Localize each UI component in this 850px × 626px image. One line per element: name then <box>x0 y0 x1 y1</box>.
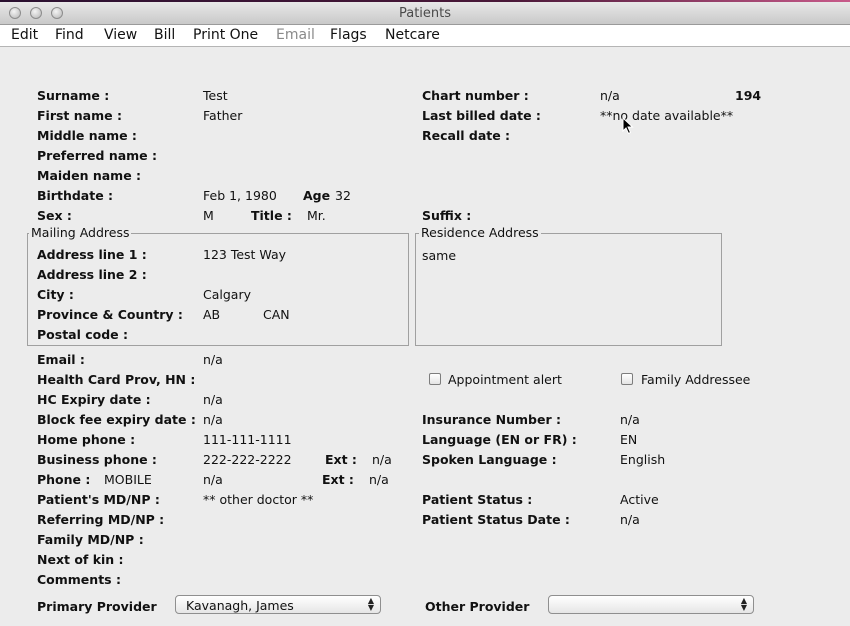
patient-status-value: Active <box>620 492 659 507</box>
address-line1-label: Address line 1 : <box>37 247 147 262</box>
recall-date-label: Recall date : <box>422 128 511 143</box>
preferred-name-label: Preferred name : <box>37 148 158 163</box>
patient-status-label: Patient Status : <box>422 492 533 507</box>
other-provider-label: Other Provider <box>425 599 530 614</box>
block-fee-value: n/a <box>203 412 223 427</box>
city-label: City : <box>37 287 74 302</box>
language-label: Language (EN or FR) : <box>422 432 577 447</box>
province-value: AB <box>203 307 221 322</box>
title-label: Title : <box>251 208 292 223</box>
last-billed-label: Last billed date : <box>422 108 541 123</box>
patient-status-date-value: n/a <box>620 512 640 527</box>
business-phone-value: 222-222-2222 <box>203 452 292 467</box>
chart-number-label: Chart number : <box>422 88 529 103</box>
updown-arrows-icon: ▲ ▼ <box>740 596 747 612</box>
menu-edit[interactable]: Edit <box>11 27 38 43</box>
surname-label: Surname : <box>37 88 110 103</box>
last-billed-value: **no date available** <box>600 108 734 123</box>
insurance-number-value: n/a <box>620 412 640 427</box>
business-ext-label: Ext : <box>325 452 357 467</box>
address-line1-value: 123 Test Way <box>203 247 287 262</box>
postal-code-label: Postal code : <box>37 327 129 342</box>
other-provider-select[interactable]: ▲ ▼ <box>548 595 754 614</box>
block-fee-label: Block fee expiry date : <box>37 412 196 427</box>
hc-expiry-label: HC Expiry date : <box>37 392 151 407</box>
next-of-kin-label: Next of kin : <box>37 552 124 567</box>
residence-address-title: Residence Address <box>419 225 541 240</box>
sex-label: Sex : <box>37 208 72 223</box>
language-value: EN <box>620 432 638 447</box>
family-md-label: Family MD/NP : <box>37 532 144 547</box>
patients-window: Patients Edit Find View Bill Print One E… <box>0 2 850 626</box>
spoken-language-value: English <box>620 452 666 467</box>
middle-name-label: Middle name : <box>37 128 137 143</box>
phone-ext-label: Ext : <box>322 472 354 487</box>
appointment-alert-label[interactable]: Appointment alert <box>448 372 562 387</box>
menu-email[interactable]: Email <box>276 27 315 43</box>
age-value: 32 <box>335 188 351 203</box>
patients-md-label: Patient's MD/NP : <box>37 492 160 507</box>
maiden-name-label: Maiden name : <box>37 168 142 183</box>
email-label: Email : <box>37 352 85 367</box>
address-line2-label: Address line 2 : <box>37 267 147 282</box>
menu-netcare[interactable]: Netcare <box>385 27 440 43</box>
patient-status-date-label: Patient Status Date : <box>422 512 570 527</box>
business-phone-label: Business phone : <box>37 452 157 467</box>
residence-address-value: same <box>422 248 457 263</box>
title-value: Mr. <box>307 208 326 223</box>
appointment-alert-checkbox[interactable] <box>429 373 441 385</box>
suffix-label: Suffix : <box>422 208 472 223</box>
menu-find[interactable]: Find <box>55 27 84 43</box>
mouse-pointer-icon <box>622 117 634 135</box>
patients-md-value: ** other doctor ** <box>203 492 314 507</box>
primary-provider-label: Primary Provider <box>37 599 157 614</box>
menu-bill[interactable]: Bill <box>154 27 175 43</box>
primary-provider-select[interactable]: Kavanagh, James ▲ ▼ <box>175 595 381 614</box>
menu-bar: Edit Find View Bill Print One Email Flag… <box>0 25 850 47</box>
menu-flags[interactable]: Flags <box>330 27 367 43</box>
insurance-number-label: Insurance Number : <box>422 412 561 427</box>
comments-label: Comments : <box>37 572 121 587</box>
residence-address-group <box>415 233 722 346</box>
updown-arrows-icon: ▲ ▼ <box>367 596 374 612</box>
province-country-label: Province & Country : <box>37 307 183 322</box>
phone-label: Phone : <box>37 472 91 487</box>
country-value: CAN <box>263 307 290 322</box>
chart-number-value: n/a <box>600 88 620 103</box>
home-phone-value: 111-111-1111 <box>203 432 292 447</box>
city-value: Calgary <box>203 287 251 302</box>
primary-provider-value: Kavanagh, James <box>186 598 294 613</box>
sex-value: M <box>203 208 214 223</box>
first-name-label: First name : <box>37 108 122 123</box>
home-phone-label: Home phone : <box>37 432 136 447</box>
family-addressee-checkbox[interactable] <box>621 373 633 385</box>
spoken-language-label: Spoken Language : <box>422 452 557 467</box>
business-ext-value: n/a <box>372 452 392 467</box>
chart-id: 194 <box>735 88 762 103</box>
phone-ext-value: n/a <box>369 472 389 487</box>
surname-value: Test <box>203 88 228 103</box>
referring-md-label: Referring MD/NP : <box>37 512 165 527</box>
first-name-value: Father <box>203 108 243 123</box>
email-value: n/a <box>203 352 223 367</box>
menu-print-one[interactable]: Print One <box>193 27 258 43</box>
birthdate-label: Birthdate : <box>37 188 114 203</box>
title-bar[interactable]: Patients <box>0 2 850 25</box>
window-title: Patients <box>398 6 452 21</box>
age-label: Age <box>303 188 331 203</box>
phone-type-value: MOBILE <box>104 472 152 487</box>
health-card-label: Health Card Prov, HN : <box>37 372 196 387</box>
birthdate-value: Feb 1, 1980 <box>203 188 277 203</box>
phone-value: n/a <box>203 472 223 487</box>
mailing-address-title: Mailing Address <box>29 225 132 240</box>
family-addressee-label[interactable]: Family Addressee <box>641 372 750 387</box>
menu-view[interactable]: View <box>104 27 137 43</box>
hc-expiry-value: n/a <box>203 392 223 407</box>
